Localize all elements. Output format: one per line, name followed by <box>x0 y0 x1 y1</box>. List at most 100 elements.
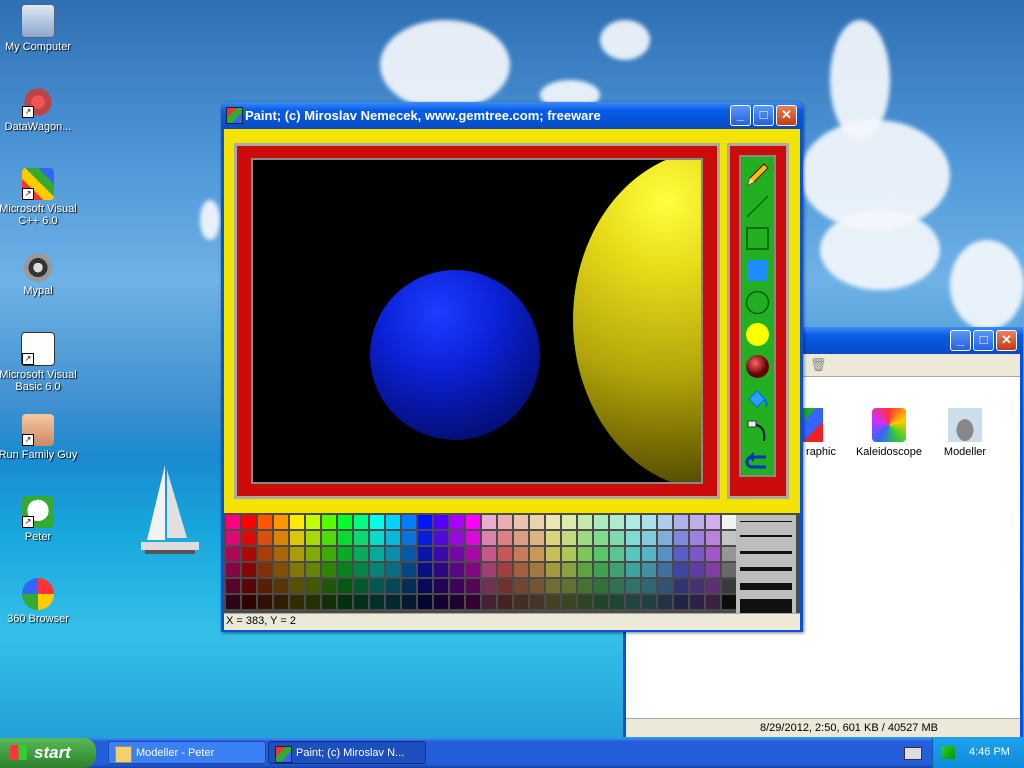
color-swatch[interactable] <box>386 515 400 529</box>
color-swatch[interactable] <box>258 595 272 609</box>
color-swatch[interactable] <box>514 547 528 561</box>
color-swatch[interactable] <box>690 547 704 561</box>
color-swatch[interactable] <box>578 547 592 561</box>
color-swatch[interactable] <box>642 515 656 529</box>
color-swatch[interactable] <box>722 515 736 529</box>
color-swatch[interactable] <box>402 563 416 577</box>
color-swatch[interactable] <box>274 547 288 561</box>
filled-rectangle-tool-icon[interactable] <box>744 257 771 284</box>
color-swatch[interactable] <box>386 531 400 545</box>
color-swatch[interactable] <box>338 547 352 561</box>
color-swatch[interactable] <box>370 563 384 577</box>
paint-titlebar[interactable]: Paint; (c) Miroslav Nemecek, www.gemtree… <box>221 102 803 129</box>
color-swatch[interactable] <box>482 579 496 593</box>
color-swatch[interactable] <box>450 515 464 529</box>
color-swatch[interactable] <box>402 515 416 529</box>
color-swatch[interactable] <box>258 531 272 545</box>
keyboard-icon[interactable] <box>904 747 922 760</box>
color-swatch[interactable] <box>242 579 256 593</box>
color-swatch[interactable] <box>546 531 560 545</box>
color-swatch[interactable] <box>242 547 256 561</box>
color-swatch[interactable] <box>258 579 272 593</box>
maximize-button[interactable]: □ <box>973 330 994 351</box>
color-swatch[interactable] <box>546 595 560 609</box>
color-swatch[interactable] <box>226 547 240 561</box>
filled-circle-tool-icon[interactable] <box>744 321 771 348</box>
color-swatch[interactable] <box>658 547 672 561</box>
color-swatch[interactable] <box>690 595 704 609</box>
color-swatch[interactable] <box>626 515 640 529</box>
color-swatch[interactable] <box>498 515 512 529</box>
drawing-canvas[interactable] <box>251 158 703 484</box>
color-swatch[interactable] <box>546 547 560 561</box>
color-swatch[interactable] <box>514 595 528 609</box>
color-swatch[interactable] <box>546 563 560 577</box>
color-swatch[interactable] <box>674 547 688 561</box>
color-swatch[interactable] <box>658 515 672 529</box>
desktop-icon-visual-basic[interactable]: ↗ Microsoft Visual Basic 6.0 <box>0 332 78 393</box>
color-swatch[interactable] <box>546 579 560 593</box>
color-swatch[interactable] <box>674 531 688 545</box>
color-swatch[interactable] <box>322 515 336 529</box>
color-swatch[interactable] <box>370 579 384 593</box>
color-swatch[interactable] <box>434 595 448 609</box>
color-swatch[interactable] <box>306 547 320 561</box>
color-swatch[interactable] <box>418 547 432 561</box>
color-swatch[interactable] <box>258 515 272 529</box>
close-button[interactable]: ✕ <box>996 330 1017 351</box>
color-swatch[interactable] <box>322 563 336 577</box>
color-swatch[interactable] <box>658 531 672 545</box>
color-swatch[interactable] <box>274 531 288 545</box>
maximize-button[interactable]: □ <box>753 105 774 126</box>
color-swatch[interactable] <box>482 531 496 545</box>
color-swatch[interactable] <box>226 579 240 593</box>
color-swatch[interactable] <box>466 595 480 609</box>
color-swatch[interactable] <box>626 595 640 609</box>
sphere-tool-icon[interactable] <box>744 353 771 380</box>
color-swatch[interactable] <box>482 595 496 609</box>
color-swatch[interactable] <box>530 515 544 529</box>
color-swatch[interactable] <box>578 531 592 545</box>
color-swatch[interactable] <box>642 563 656 577</box>
color-swatch[interactable] <box>290 531 304 545</box>
color-swatch[interactable] <box>642 595 656 609</box>
color-swatch[interactable] <box>578 595 592 609</box>
color-swatch[interactable] <box>402 595 416 609</box>
color-swatch[interactable] <box>354 595 368 609</box>
color-swatch[interactable] <box>290 563 304 577</box>
color-swatch[interactable] <box>594 579 608 593</box>
color-swatch[interactable] <box>370 531 384 545</box>
color-swatch[interactable] <box>610 547 624 561</box>
clock[interactable]: 4:46 PM <box>969 746 1010 758</box>
color-swatch[interactable] <box>306 515 320 529</box>
color-swatch[interactable] <box>578 579 592 593</box>
color-swatch[interactable] <box>674 563 688 577</box>
color-swatch[interactable] <box>706 531 720 545</box>
color-swatch[interactable] <box>402 531 416 545</box>
pencil-tool-icon[interactable] <box>744 161 771 188</box>
delete-icon[interactable]: 🗑 <box>810 357 827 373</box>
start-button[interactable]: start <box>0 738 96 768</box>
color-swatch[interactable] <box>530 531 544 545</box>
color-swatch[interactable] <box>722 531 736 545</box>
color-swatch[interactable] <box>434 531 448 545</box>
color-swatch[interactable] <box>226 563 240 577</box>
color-swatch[interactable] <box>562 531 576 545</box>
color-swatch[interactable] <box>674 579 688 593</box>
color-swatch[interactable] <box>610 531 624 545</box>
color-swatch[interactable] <box>466 563 480 577</box>
desktop-icon-datawagon[interactable]: ↗ DataWagon... <box>0 86 78 133</box>
color-swatch[interactable] <box>594 547 608 561</box>
color-swatch[interactable] <box>242 563 256 577</box>
color-swatch[interactable] <box>386 547 400 561</box>
color-swatch[interactable] <box>482 547 496 561</box>
line-width-3[interactable] <box>740 551 792 554</box>
color-swatch[interactable] <box>530 563 544 577</box>
color-swatch[interactable] <box>242 595 256 609</box>
explorer-item-modeller[interactable]: Modeller <box>930 408 1000 458</box>
color-swatch[interactable] <box>722 595 736 609</box>
line-width-6[interactable] <box>740 599 792 613</box>
spray-tool-icon[interactable] <box>744 417 771 444</box>
desktop-icon-360-browser[interactable]: 360 Browser <box>0 578 78 625</box>
color-swatch[interactable] <box>306 579 320 593</box>
